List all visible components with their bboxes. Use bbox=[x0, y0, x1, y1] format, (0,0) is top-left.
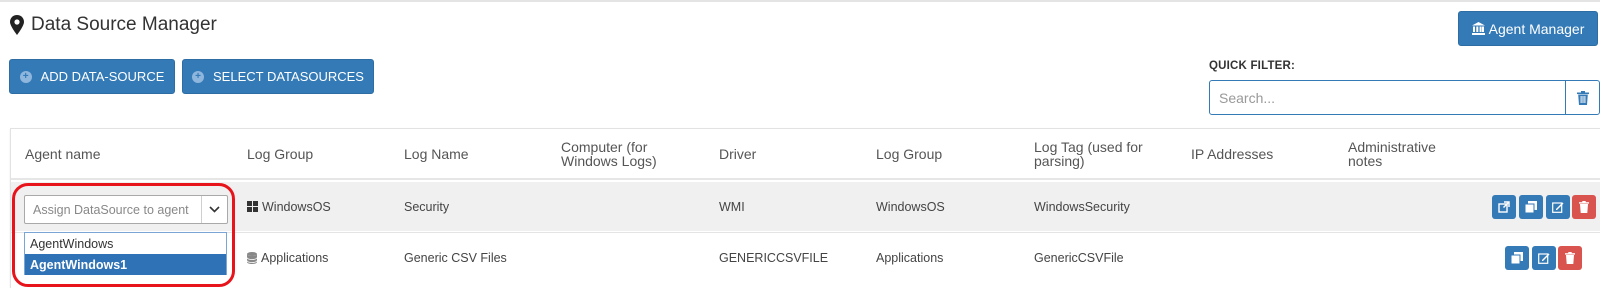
agent-dropdown-list: AgentWindows AgentWindows1 bbox=[24, 232, 227, 275]
copy-button[interactable] bbox=[1519, 195, 1543, 219]
add-data-source-button[interactable]: + ADD DATA-SOURCE bbox=[9, 59, 175, 94]
column-header-agent-name[interactable]: Agent name bbox=[25, 129, 225, 178]
copy-icon bbox=[1525, 201, 1537, 213]
cell-driver: WMI bbox=[719, 199, 745, 214]
add-data-source-label: ADD DATA-SOURCE bbox=[40, 69, 165, 84]
page-header: Data Source Manager bbox=[10, 14, 217, 36]
agent-option-selected[interactable]: AgentWindows1 bbox=[25, 254, 226, 275]
quick-filter-label: QUICK FILTER: bbox=[1209, 60, 1296, 72]
column-header-administrative-notes[interactable]: Administrative notes bbox=[1348, 129, 1458, 178]
delete-button[interactable] bbox=[1572, 195, 1596, 219]
edit-button[interactable] bbox=[1532, 246, 1556, 270]
cell-log-group: WindowsOS bbox=[247, 182, 331, 231]
external-link-icon bbox=[1498, 201, 1510, 213]
cell-log-tag: WindowsSecurity bbox=[1034, 199, 1130, 214]
log-group-text: WindowsOS bbox=[262, 199, 331, 214]
assign-agent-select[interactable]: Assign DataSource to agent bbox=[24, 195, 228, 224]
trash-icon bbox=[1579, 201, 1589, 213]
column-header-ip-addresses[interactable]: IP Addresses bbox=[1191, 129, 1331, 178]
clone-button[interactable] bbox=[1492, 195, 1516, 219]
edit-icon bbox=[1552, 202, 1564, 213]
trash-icon bbox=[1565, 252, 1575, 264]
column-header-computer[interactable]: Computer (for Windows Logs) bbox=[561, 129, 691, 178]
data-source-table: Agent name Log Group Log Name Computer (… bbox=[10, 128, 1600, 288]
cell-log-tag: GenericCSVFile bbox=[1034, 250, 1124, 265]
column-header-log-tag[interactable]: Log Tag (used for parsing) bbox=[1034, 129, 1174, 178]
quick-filter-input[interactable] bbox=[1209, 80, 1566, 115]
plus-circle-icon: + bbox=[19, 70, 32, 83]
table-header-row: Agent name Log Group Log Name Computer (… bbox=[11, 129, 1600, 180]
plus-circle-icon: + bbox=[192, 70, 204, 83]
agent-manager-button[interactable]: Agent Manager bbox=[1458, 11, 1598, 46]
table-row[interactable]: WindowsOS Security WMI WindowsOS Windows… bbox=[11, 182, 1600, 231]
clear-filter-button[interactable] bbox=[1565, 80, 1600, 115]
column-header-log-name[interactable]: Log Name bbox=[404, 129, 544, 178]
chevron-down-icon[interactable] bbox=[201, 196, 227, 223]
agent-option[interactable]: AgentWindows bbox=[25, 233, 226, 254]
select-datasources-button[interactable]: + SELECT DATASOURCES bbox=[182, 59, 374, 94]
windows-icon bbox=[247, 201, 258, 212]
column-header-driver[interactable]: Driver bbox=[719, 129, 859, 178]
cell-driver: GENERICCSVFILE bbox=[719, 250, 829, 265]
delete-button[interactable] bbox=[1558, 246, 1582, 270]
table-row[interactable]: Applications Generic CSV Files GENERICCS… bbox=[11, 232, 1600, 282]
map-pin-icon bbox=[10, 15, 24, 35]
column-header-log-group-2[interactable]: Log Group bbox=[876, 129, 1016, 178]
cell-log-name: Generic CSV Files bbox=[404, 250, 507, 265]
cell-log-group-2: WindowsOS bbox=[876, 199, 945, 214]
log-group-text: Applications bbox=[261, 250, 329, 265]
trash-icon bbox=[1576, 90, 1589, 105]
edit-icon bbox=[1538, 253, 1550, 264]
page-title: Data Source Manager bbox=[31, 14, 217, 35]
cell-log-group: Applications bbox=[247, 233, 328, 282]
select-datasources-label: SELECT DATASOURCES bbox=[213, 69, 364, 84]
cell-log-name: Security bbox=[404, 199, 450, 214]
copy-button[interactable] bbox=[1505, 246, 1529, 270]
database-icon bbox=[247, 251, 257, 264]
agent-manager-label: Agent Manager bbox=[1488, 20, 1585, 37]
assign-agent-placeholder: Assign DataSource to agent bbox=[33, 202, 189, 217]
top-divider bbox=[0, 0, 1600, 2]
copy-icon bbox=[1511, 252, 1523, 264]
bank-icon bbox=[1471, 22, 1485, 35]
cell-log-group-2: Applications bbox=[876, 250, 944, 265]
column-header-log-group[interactable]: Log Group bbox=[247, 129, 387, 178]
edit-button[interactable] bbox=[1546, 195, 1570, 219]
